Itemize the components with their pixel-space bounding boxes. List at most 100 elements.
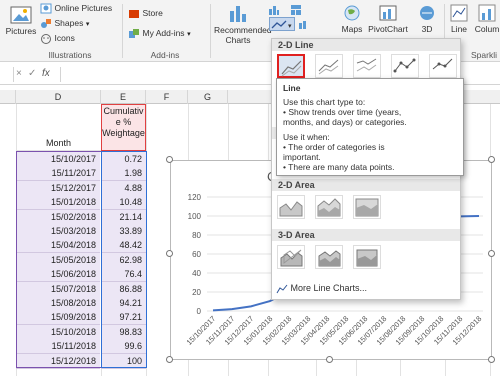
store-icon (129, 10, 139, 19)
tooltip-text: Use it when: (283, 132, 330, 142)
pictures-button[interactable]: Pictures (4, 4, 38, 44)
chart-resize-handle[interactable] (488, 156, 495, 163)
line-sparkline-label: Line (450, 24, 468, 34)
y-tick-label: 100 (188, 212, 202, 221)
3d-stacked-area-option[interactable] (315, 245, 343, 269)
chart-resize-handle[interactable] (488, 250, 495, 257)
maps-label: Maps (341, 24, 363, 34)
shapes-button[interactable]: Shapes ▾ (40, 18, 89, 29)
column-sparkline-label: Colum (474, 24, 500, 34)
pivotchart-button[interactable]: PivotChart (368, 4, 408, 34)
maps-button[interactable]: Maps (340, 4, 364, 34)
tooltip-text: • Show trends over time (years, (283, 107, 402, 117)
pictures-icon (10, 6, 32, 24)
cancel-button[interactable]: × (16, 68, 22, 79)
column-chart-button[interactable] (268, 4, 280, 16)
enter-button[interactable]: ✓ (28, 68, 36, 79)
column-sparkline-icon (478, 4, 496, 22)
column-header-g[interactable]: G (188, 90, 228, 104)
chart-resize-handle[interactable] (166, 156, 173, 163)
svg-text:▾: ▾ (288, 23, 292, 30)
store-label: Store (142, 8, 163, 18)
line-icon (281, 60, 302, 77)
y-tick-label: 40 (192, 269, 201, 278)
shapes-label: Shapes (54, 18, 84, 28)
chart-type-tooltip: Line Use this chart type to: • Show tren… (276, 78, 464, 176)
ribbon-separator (122, 4, 123, 58)
100-stacked-area-icon (355, 198, 379, 217)
stacked-area-option[interactable] (315, 195, 343, 219)
stacked-area-icon (317, 198, 341, 217)
chart-resize-handle[interactable] (326, 356, 333, 363)
icons-icon (41, 34, 51, 45)
column-chart-icon (269, 6, 279, 16)
more-line-charts-label: More Line Charts... (290, 283, 368, 293)
online-pictures-button[interactable]: Online Pictures (40, 3, 112, 14)
my-addins-button[interactable]: My Add-ins ▾ (128, 28, 191, 39)
pictures-label: Pictures (5, 26, 37, 36)
line-sparkline-button[interactable]: Line (448, 4, 470, 34)
3d-area-option[interactable] (277, 245, 305, 269)
recommended-charts-icon (230, 6, 246, 22)
area-option[interactable] (277, 195, 305, 219)
select-all-corner[interactable] (0, 90, 16, 104)
my-addins-label: My Add-ins (142, 28, 185, 38)
recommended-charts-button[interactable]: Recommended Charts (214, 3, 272, 45)
tooltip-text: important. (283, 152, 321, 162)
value-range-selection (101, 151, 147, 368)
tooltip-text: • There are many data points. (283, 162, 395, 172)
recommended-charts-label: Recommended (214, 25, 272, 35)
sparklines-group-label: Sparkli (471, 50, 497, 60)
pivotchart-label: PivotChart (368, 24, 408, 34)
section-2d-area: 2-D Area (272, 179, 460, 191)
icons-button[interactable]: Icons (40, 33, 75, 45)
month-header-cell[interactable]: Month (16, 104, 101, 151)
line-chart-option[interactable] (277, 54, 305, 78)
column-header-d[interactable]: D (16, 90, 101, 104)
3d-map-button[interactable]: 3D (416, 4, 438, 34)
3d-100-stacked-area-option[interactable] (353, 245, 381, 269)
line-with-markers-option[interactable] (391, 54, 419, 78)
name-box[interactable] (0, 67, 14, 82)
3d-area-icon (280, 249, 303, 267)
online-pictures-icon (40, 3, 52, 14)
y-tick-label: 20 (192, 288, 201, 297)
chart-resize-handle[interactable] (166, 250, 173, 257)
y-tick-label: 60 (192, 250, 201, 259)
line-chart-small-icon (276, 284, 288, 293)
online-pictures-label: Online Pictures (54, 3, 113, 13)
chevron-down-icon: ▾ (85, 21, 90, 28)
column-sparkline-button[interactable]: Colum (474, 4, 500, 34)
3d-map-icon (420, 6, 434, 20)
statistic-chart-button[interactable] (298, 18, 310, 30)
stacked-line-markers-icon (432, 58, 453, 70)
insert-function-button[interactable]: fx (42, 68, 50, 79)
globe-icon (344, 5, 360, 21)
hierarchy-chart-icon (291, 5, 301, 16)
100-stacked-line-icon (356, 58, 377, 72)
store-button[interactable]: Store (128, 8, 163, 19)
chart-resize-handle[interactable] (488, 356, 495, 363)
line-chart-dropdown-button[interactable]: ▾ (269, 17, 295, 31)
100-stacked-line-option[interactable] (353, 54, 381, 78)
line-chart-icon: ▾ (271, 20, 292, 30)
line-sparkline-icon (450, 4, 468, 22)
stacked-line-option[interactable] (315, 54, 343, 78)
addins-icon (129, 29, 139, 39)
chart-resize-handle[interactable] (166, 356, 173, 363)
3d-stacked-area-icon (318, 250, 341, 267)
y-tick-label: 120 (188, 193, 202, 202)
section-2d-line: 2-D Line (272, 39, 460, 51)
cumulative-header-label: Cumulative % Weightage (102, 106, 145, 138)
illustrations-group-label: Illustrations (48, 50, 92, 60)
line-with-markers-icon (393, 58, 416, 73)
100-stacked-area-option[interactable] (353, 195, 381, 219)
y-tick-label: 80 (192, 231, 201, 240)
hierarchy-chart-button[interactable] (290, 4, 302, 16)
cumulative-header-cell[interactable]: Cumulative % Weightage (101, 104, 146, 151)
column-header-f[interactable]: F (146, 90, 188, 104)
column-header-e[interactable]: E (101, 90, 146, 104)
stacked-line-markers-option[interactable] (429, 54, 457, 78)
more-line-charts-link[interactable]: More Line Charts... (276, 283, 367, 294)
tooltip-title: Line (283, 83, 301, 93)
